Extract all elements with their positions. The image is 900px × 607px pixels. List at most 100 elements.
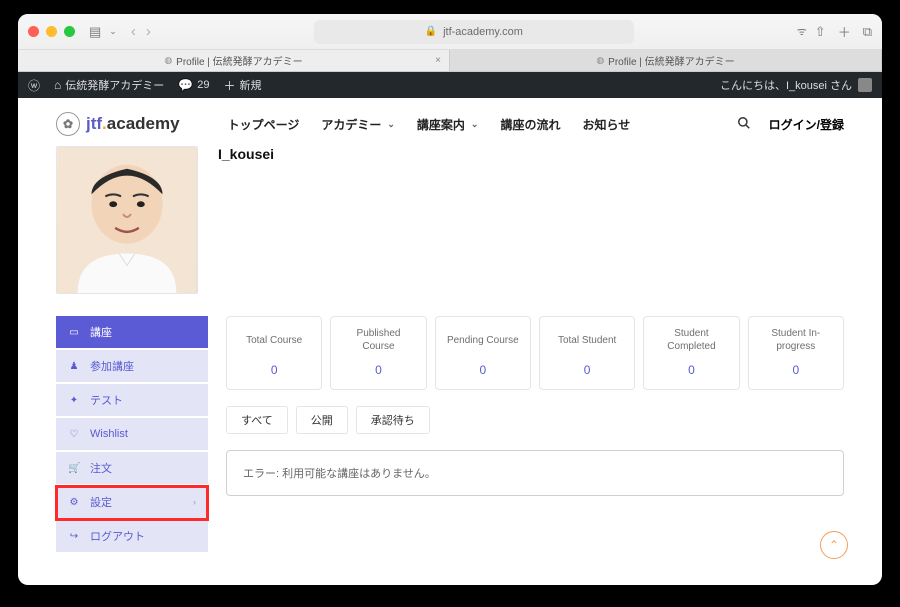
- minimize-window-button[interactable]: [46, 26, 57, 37]
- stat-student-completed: Student Completed 0: [643, 316, 739, 390]
- sidebar-item-label: 参加講座: [90, 358, 134, 374]
- sidebar-item-label: 設定: [90, 494, 112, 510]
- logo-icon: ✿: [56, 112, 80, 136]
- book-icon: ▭: [68, 327, 80, 338]
- stat-label: Pending Course: [444, 327, 522, 353]
- tab-strip: ◍ Profile | 伝統発酵アカデミー × ◍ Profile | 伝統発酵…: [18, 50, 882, 72]
- stat-pending-course: Pending Course 0: [435, 316, 531, 390]
- stat-student-inprogress: Student In-progress 0: [748, 316, 844, 390]
- stat-label: Total Student: [548, 327, 626, 353]
- nav-courses[interactable]: 講座案内⌄: [417, 116, 479, 133]
- star-icon: ✦: [68, 395, 80, 406]
- gear-icon: ⚙: [68, 497, 80, 508]
- tabs-icon[interactable]: ⧉: [863, 24, 872, 40]
- main-nav: トップページ アカデミー⌄ 講座案内⌄ 講座の流れ お知らせ: [228, 116, 631, 133]
- profile-block: I_kousei: [56, 146, 844, 294]
- stat-published-course: Published Course 0: [330, 316, 426, 390]
- profile-username: I_kousei: [218, 146, 274, 162]
- main-panel: Total Course 0 Published Course 0 Pendin…: [226, 316, 844, 554]
- wp-comments[interactable]: 💬 29: [178, 78, 209, 92]
- wp-site-link[interactable]: ⌂ 伝統発酵アカデミー: [54, 77, 164, 93]
- sidebar-item-enrolled[interactable]: ♟ 参加講座: [56, 350, 208, 384]
- wp-site-name: 伝統発酵アカデミー: [65, 77, 164, 93]
- heart-icon: ♡: [68, 429, 80, 440]
- logo-sub: academy: [107, 114, 180, 133]
- favicon: ◍: [164, 55, 172, 66]
- tab-title: Profile | 伝統発酵アカデミー: [176, 53, 303, 68]
- avatar: [56, 146, 198, 294]
- reader-icon[interactable]: ᯤ: [797, 24, 807, 39]
- comment-icon: 💬: [178, 78, 193, 92]
- sidebar-item-label: 注文: [90, 460, 112, 476]
- stat-total-course: Total Course 0: [226, 316, 322, 390]
- search-icon[interactable]: [737, 116, 751, 133]
- nav-academy[interactable]: アカデミー⌄: [321, 116, 395, 133]
- close-tab-icon[interactable]: ×: [435, 55, 441, 66]
- lock-icon: 🔒: [425, 26, 437, 37]
- stats-row: Total Course 0 Published Course 0 Pendin…: [226, 316, 844, 390]
- sidebar-item-orders[interactable]: 🛒 注文: [56, 452, 208, 486]
- nav-top[interactable]: トップページ: [228, 116, 300, 133]
- sidebar-item-label: テスト: [90, 392, 123, 408]
- wp-comments-count: 29: [197, 79, 209, 91]
- tab-title: Profile | 伝統発酵アカデミー: [608, 53, 735, 68]
- stat-value: 0: [444, 363, 522, 377]
- sidebar-item-logout[interactable]: ↪ ログアウト: [56, 520, 208, 554]
- sidebar-item-label: ログアウト: [90, 528, 145, 544]
- address-bar[interactable]: 🔒 jtf-academy.com: [314, 20, 634, 44]
- sidebar-item-courses[interactable]: ▭ 講座: [56, 316, 208, 350]
- scroll-top-button[interactable]: ⌃: [820, 531, 848, 559]
- chevron-right-icon: ›: [193, 497, 196, 507]
- nav-flow[interactable]: 講座の流れ: [500, 116, 560, 133]
- wp-new[interactable]: ＋ 新規: [223, 77, 261, 94]
- chevron-up-icon: ⌃: [829, 538, 839, 552]
- favicon: ◍: [596, 55, 604, 66]
- sidebar-item-label: Wishlist: [90, 428, 128, 440]
- home-icon: ⌂: [54, 78, 61, 92]
- url-text: jtf-academy.com: [443, 26, 523, 38]
- site-logo[interactable]: ✿ jtf.academy: [56, 112, 180, 136]
- filter-pending-button[interactable]: 承認待ち: [356, 406, 430, 434]
- sidebar-item-quiz[interactable]: ✦ テスト: [56, 384, 208, 418]
- logout-icon: ↪: [68, 531, 80, 542]
- stat-value: 0: [652, 363, 730, 377]
- site-header: ✿ jtf.academy トップページ アカデミー⌄ 講座案内⌄ 講座の流れ …: [18, 98, 882, 146]
- forward-icon[interactable]: ›: [146, 23, 151, 40]
- back-icon[interactable]: ‹: [131, 23, 136, 40]
- maximize-window-button[interactable]: [64, 26, 75, 37]
- stat-value: 0: [548, 363, 626, 377]
- nav-news[interactable]: お知らせ: [582, 116, 630, 133]
- wp-logo[interactable]: ⓦ: [28, 77, 40, 94]
- wp-account[interactable]: こんにちは、I_kousei さん: [720, 77, 872, 93]
- stat-value: 0: [757, 363, 835, 377]
- browser-chrome: ▤ ⌄ ‹ › 🔒 jtf-academy.com ᯤ ⇧ ＋ ⧉: [18, 14, 882, 50]
- wp-greeting: こんにちは、I_kousei さん: [720, 77, 852, 93]
- wp-avatar: [858, 78, 872, 92]
- chevron-down-icon: ⌄: [471, 119, 479, 130]
- filter-row: すべて 公開 承認待ち: [226, 406, 844, 434]
- traffic-lights: [28, 26, 75, 37]
- new-tab-icon[interactable]: ＋: [838, 22, 851, 41]
- sidebar-item-label: 講座: [90, 324, 112, 340]
- cart-icon: 🛒: [68, 463, 80, 474]
- close-window-button[interactable]: [28, 26, 39, 37]
- nav-buttons: ‹ ›: [131, 23, 151, 40]
- filter-published-button[interactable]: 公開: [296, 406, 348, 434]
- sidebar-item-wishlist[interactable]: ♡ Wishlist: [56, 418, 208, 452]
- chevron-down-icon[interactable]: ⌄: [109, 26, 117, 37]
- browser-tab[interactable]: ◍ Profile | 伝統発酵アカデミー ×: [18, 50, 450, 71]
- logo-main: jtf: [86, 114, 102, 133]
- stat-label: Total Course: [235, 327, 313, 353]
- stat-label: Student Completed: [652, 327, 730, 353]
- filter-all-button[interactable]: すべて: [226, 406, 288, 434]
- share-icon[interactable]: ⇧: [815, 24, 826, 40]
- stat-total-student: Total Student 0: [539, 316, 635, 390]
- login-link[interactable]: ログイン/登録: [769, 116, 844, 133]
- user-icon: ♟: [68, 361, 80, 372]
- stat-label: Published Course: [339, 327, 417, 353]
- stat-value: 0: [235, 363, 313, 377]
- sidebar-toggle-icon[interactable]: ▤: [89, 24, 101, 40]
- sidebar-item-settings[interactable]: ⚙ 設定 ›: [56, 486, 208, 520]
- browser-tab[interactable]: ◍ Profile | 伝統発酵アカデミー: [450, 50, 882, 71]
- error-message: エラー: 利用可能な講座はありません。: [226, 450, 844, 496]
